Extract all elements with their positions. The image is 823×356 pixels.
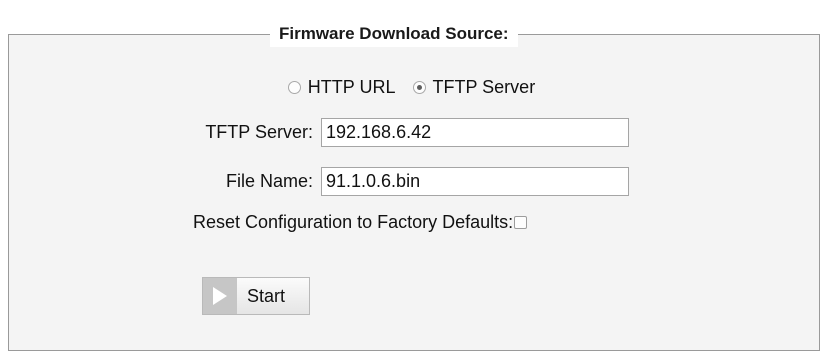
file-name-row: File Name: bbox=[0, 167, 629, 196]
reset-config-checkbox[interactable] bbox=[514, 216, 528, 229]
reset-config-label: Reset Configuration to Factory Defaults: bbox=[193, 212, 514, 232]
tftp-server-radio[interactable]: TFTP Server bbox=[412, 74, 536, 100]
tftp-server-row: TFTP Server: bbox=[0, 118, 629, 147]
reset-config-row: Reset Configuration to Factory Defaults: bbox=[193, 212, 528, 233]
http-url-radio-button[interactable] bbox=[287, 80, 301, 94]
start-button[interactable]: Start bbox=[202, 277, 310, 315]
start-button-label: Start bbox=[247, 285, 286, 306]
http-url-radio[interactable]: HTTP URL bbox=[287, 74, 396, 100]
fieldset-legend: Firmware Download Source: bbox=[270, 21, 518, 47]
file-name-input[interactable] bbox=[321, 167, 629, 196]
tftp-server-label: TFTP Server: bbox=[205, 122, 313, 142]
tftp-server-radio-button[interactable] bbox=[412, 80, 426, 94]
play-icon bbox=[203, 278, 237, 314]
tftp-server-input[interactable] bbox=[321, 118, 629, 147]
source-radio-group: HTTP URL TFTP Server bbox=[0, 74, 823, 101]
http-url-label: HTTP URL bbox=[307, 77, 396, 97]
tftp-server-radio-label: TFTP Server bbox=[432, 77, 536, 97]
file-name-label: File Name: bbox=[225, 171, 313, 191]
